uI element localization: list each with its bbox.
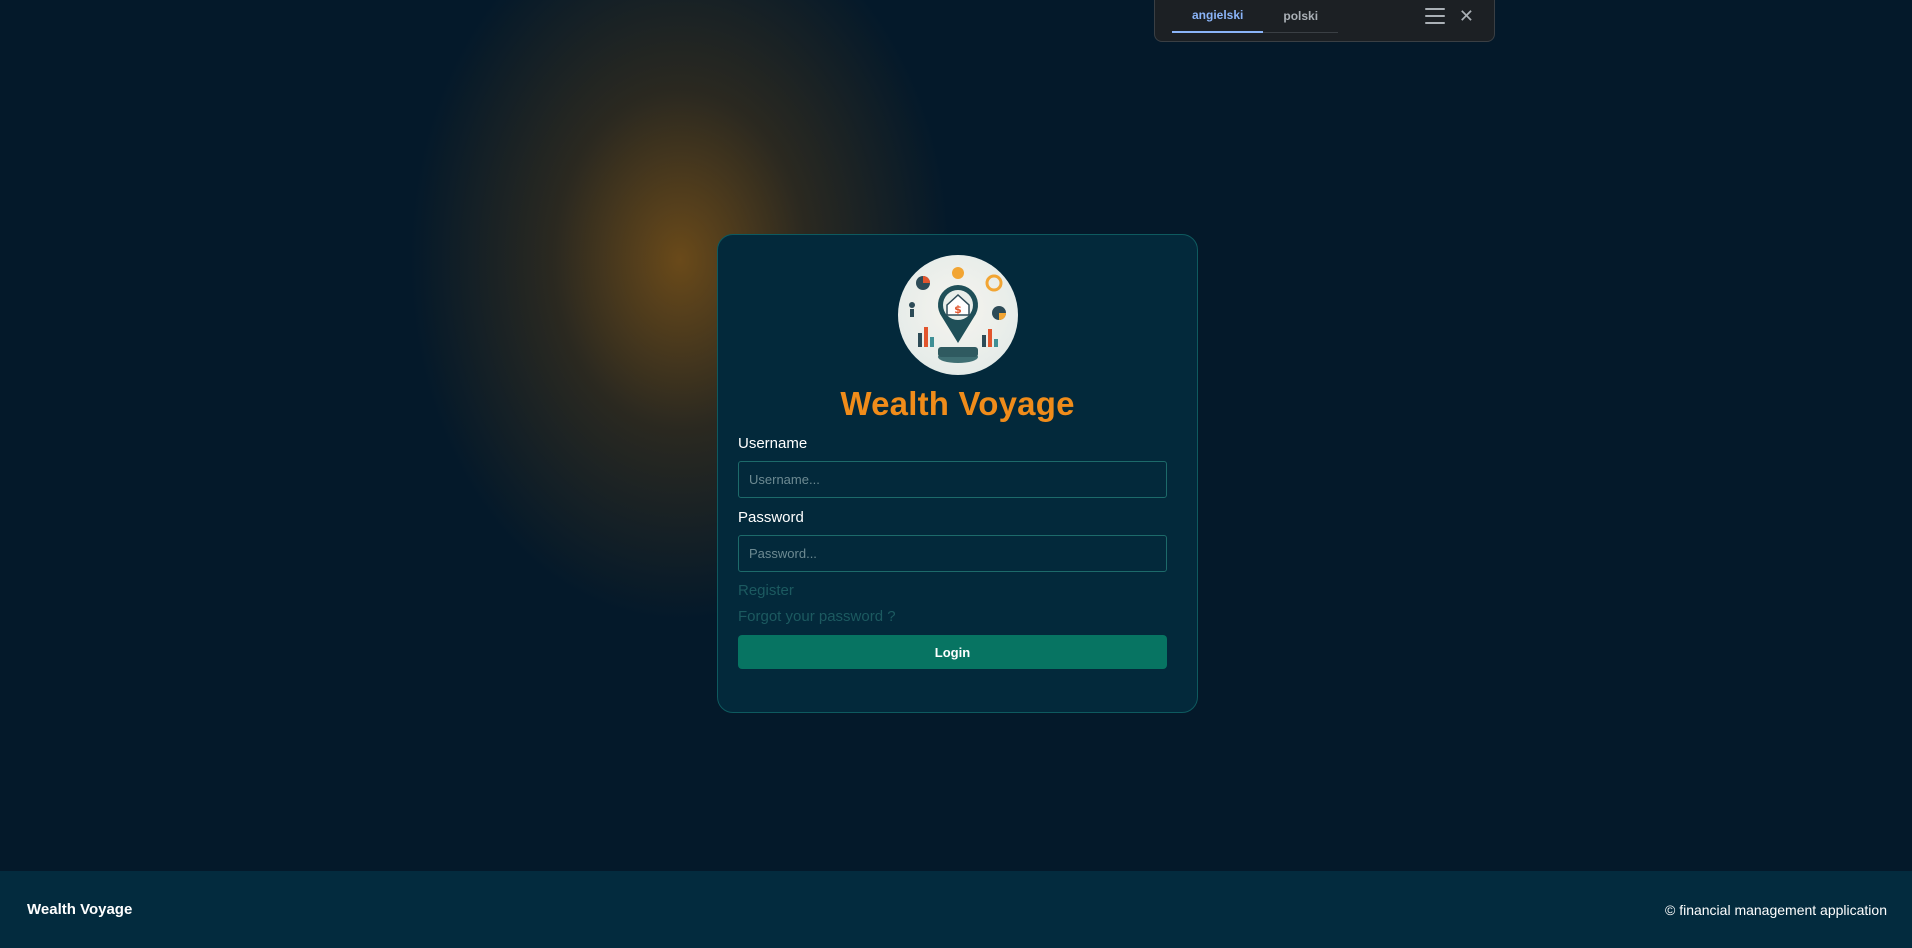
login-card: $ Wealth Voyage Username Password Regist… (717, 234, 1198, 713)
password-input[interactable] (738, 535, 1167, 572)
username-input[interactable] (738, 461, 1167, 498)
password-label: Password (738, 509, 804, 526)
login-button[interactable]: Login (738, 635, 1167, 669)
footer-copyright: © financial management application (1664, 901, 1887, 918)
close-icon[interactable]: ✕ (1459, 7, 1474, 25)
register-link[interactable]: Register (738, 582, 1167, 599)
tab-polish[interactable]: polski (1263, 0, 1339, 33)
footer: Wealth Voyage © financial management app… (0, 871, 1912, 948)
username-label: Username (738, 435, 808, 452)
footer-brand: Wealth Voyage (27, 901, 133, 918)
forgot-password-link[interactable]: Forgot your password ? (738, 608, 1167, 625)
svg-text:$: $ (954, 303, 962, 316)
tab-english[interactable]: angielski (1172, 0, 1264, 33)
translate-bar: angielski polski ✕ (1154, 0, 1495, 42)
menu-icon[interactable] (1424, 8, 1445, 24)
app-logo: $ (897, 255, 1018, 375)
app-title: Wealth Voyage (840, 385, 1075, 422)
translate-bar-actions: ✕ (1424, 0, 1494, 33)
